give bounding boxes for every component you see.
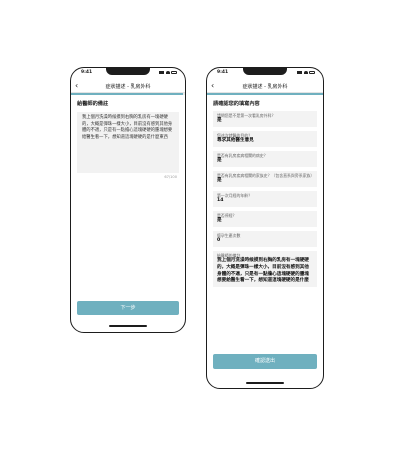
section-title: 給醫師的備註 [77, 101, 109, 107]
wifi-icon [165, 71, 170, 74]
answer-value: 尋求其他醫生意見 [217, 138, 254, 144]
system-icons [159, 71, 177, 74]
answer-item: 您這次就醫的目的？ 尋求其他醫生意見 [213, 131, 317, 147]
status-time: 9:41 [81, 70, 93, 75]
nav-title: 症狀描述 - 乳房外科 [242, 84, 288, 90]
answer-item: 是否停經？ 是 [213, 211, 317, 227]
signal-icon [159, 71, 164, 74]
answer-value: 14 [217, 198, 224, 204]
answer-value: 0 [217, 238, 221, 244]
nav-title: 症狀描述 - 乳房外科 [105, 84, 151, 90]
next-button[interactable]: 下一步 [77, 301, 179, 315]
signal-icon [297, 71, 302, 74]
answer-value: 是 [217, 218, 222, 224]
home-indicator [246, 382, 284, 384]
home-indicator [109, 325, 147, 327]
status-bar: 9:41 [207, 68, 323, 80]
answer-item: 懷孕生產次數 0 [213, 231, 317, 247]
progress-bar [71, 93, 185, 95]
progress-bar [207, 93, 323, 95]
answer-item: 請問您是不是第一次看乳房外科？ 是 [213, 111, 317, 127]
phone-screen-confirm: 9:41 ‹ 症狀描述 - 乳房外科 請確認您的填寫內容 請問您是不是第一次看乳… [206, 67, 324, 389]
battery-icon [171, 71, 177, 74]
answer-list: 請問您是不是第一次看乳房外科？ 是 您這次就醫的目的？ 尋求其他醫生意見 是否有… [207, 111, 323, 287]
notch [106, 68, 150, 75]
answer-value: 是 [217, 158, 222, 164]
answer-value: 是 [217, 118, 222, 124]
progress-fill [71, 93, 183, 95]
wifi-icon [303, 71, 308, 74]
nav-bar: ‹ 症狀描述 - 乳房外科 [71, 80, 185, 93]
question-label: 是否有乳房疾病相關的家族史？（包含直系與旁系家族） [217, 173, 315, 178]
answer-item: 是否有乳房疾病相關的家族史？（包含直系與旁系家族） 是 [213, 171, 317, 187]
answer-item: 給醫師的備註 我上個月洗澡時候摸到右胸的乳房有一塊硬硬的，大概是彈珠一樣大小，目… [213, 251, 317, 287]
answer-item: 第一次月經的年齡？ 14 [213, 191, 317, 207]
progress-fill [207, 93, 323, 95]
notch [243, 68, 287, 75]
doctor-note-textarea[interactable]: 我上個月洗澡時候摸到右胸的乳房有一塊硬硬的，大概是彈珠一樣大小，目前沒有感到其他… [77, 112, 179, 173]
section-title: 請確認您的填寫內容 [213, 101, 260, 107]
status-time: 9:41 [217, 70, 229, 75]
battery-icon [309, 71, 315, 74]
confirm-submit-button[interactable]: 確認送出 [213, 354, 317, 369]
char-counter: 67/100 [164, 175, 177, 179]
answer-value: 我上個月洗澡時候摸到右胸的乳房有一塊硬硬的，大概是彈珠一樣大小，目前沒有感到其他… [217, 258, 309, 284]
nav-bar: ‹ 症狀描述 - 乳房外科 [207, 80, 323, 93]
answer-item: 是否有乳房疾病相關的病史？ 是 [213, 151, 317, 167]
answer-value: 是 [217, 178, 222, 184]
phone-screen-note: 9:41 ‹ 症狀描述 - 乳房外科 給醫師的備註 我上個月洗澡時候摸到右胸的乳… [70, 67, 186, 333]
status-bar: 9:41 [71, 68, 185, 80]
system-icons [297, 71, 315, 74]
